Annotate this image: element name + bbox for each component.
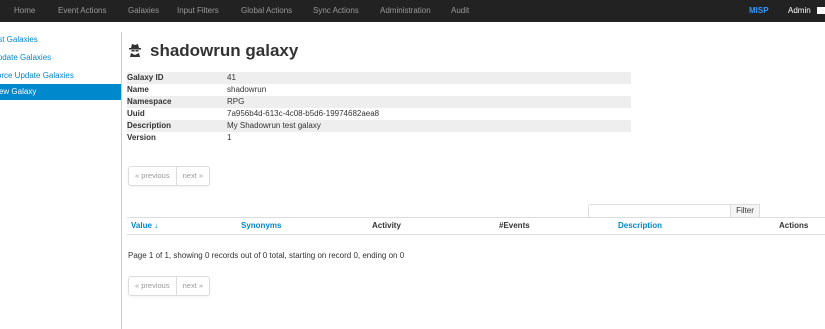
detail-key: Version	[127, 133, 156, 142]
sidebar: List Galaxies Update Galaxies Force Upda…	[0, 32, 122, 329]
column-header-events: #Events	[499, 221, 530, 230]
previous-page-button[interactable]: « previous	[129, 277, 176, 295]
detail-key: Uuid	[127, 109, 145, 118]
filter-input[interactable]	[588, 204, 731, 218]
nav-home[interactable]: Home	[14, 0, 35, 22]
column-header-actions: Actions	[779, 221, 809, 230]
detail-value: RPG	[227, 97, 245, 106]
user-secret-icon	[129, 44, 141, 57]
nav-global-actions[interactable]: Global Actions	[241, 0, 292, 22]
detail-value: shadowrun	[227, 85, 267, 94]
galaxy-details: Galaxy ID 41 Name shadowrun Namespace RP…	[127, 72, 631, 144]
next-page-button[interactable]: next »	[175, 277, 209, 295]
column-header-value[interactable]: Value ↓	[131, 218, 158, 234]
page-title: shadowrun galaxy	[150, 41, 299, 60]
detail-value: 1	[227, 133, 232, 142]
nav-input-filters[interactable]: Input Filters	[177, 0, 219, 22]
brand-misp[interactable]: MISP	[749, 0, 769, 22]
detail-value: 41	[227, 73, 236, 82]
nav-galaxies[interactable]: Galaxies	[128, 0, 159, 22]
detail-row-description: Description My Shadowrun test galaxy	[127, 120, 631, 132]
pagination-top: « previous next »	[128, 166, 211, 186]
sidebar-item-force-update-galaxies[interactable]: Force Update Galaxies	[0, 68, 121, 84]
next-page-button[interactable]: next »	[175, 167, 209, 185]
column-header-description[interactable]: Description	[618, 218, 662, 234]
nav-event-actions[interactable]: Event Actions	[58, 0, 106, 22]
pagination-bottom: « previous next »	[128, 276, 211, 296]
detail-row-galaxy-id: Galaxy ID 41	[127, 72, 631, 84]
column-header-activity: Activity	[372, 221, 401, 230]
envelope-icon[interactable]	[817, 7, 825, 14]
detail-row-namespace: Namespace RPG	[127, 96, 631, 108]
detail-row-name: Name shadowrun	[127, 84, 631, 96]
records-info: Page 1 of 1, showing 0 records out of 0 …	[128, 251, 405, 260]
detail-key: Namespace	[127, 97, 172, 106]
detail-row-uuid: Uuid 7a956b4d-613c-4c08-b5d6-19974682aea…	[127, 108, 631, 120]
sidebar-item-view-galaxy[interactable]: View Galaxy	[0, 84, 121, 100]
sidebar-item-update-galaxies[interactable]: Update Galaxies	[0, 50, 121, 66]
detail-row-version: Version 1	[127, 132, 631, 144]
clusters-table-header: Value ↓ Synonyms Activity #Events Descri…	[127, 217, 825, 235]
detail-value: My Shadowrun test galaxy	[227, 121, 321, 130]
detail-key: Description	[127, 121, 172, 130]
detail-value: 7a956b4d-613c-4c08-b5d6-19974682aea8	[227, 109, 380, 118]
nav-audit[interactable]: Audit	[451, 0, 469, 22]
detail-key: Galaxy ID	[127, 73, 164, 82]
column-header-synonyms[interactable]: Synonyms	[241, 218, 281, 234]
nav-administration[interactable]: Administration	[380, 0, 431, 22]
nav-sync-actions[interactable]: Sync Actions	[313, 0, 359, 22]
previous-page-button[interactable]: « previous	[129, 167, 176, 185]
sidebar-item-list-galaxies[interactable]: List Galaxies	[0, 32, 121, 48]
user-menu[interactable]: Admin	[788, 0, 811, 22]
detail-key: Name	[127, 85, 149, 94]
top-navbar: Home Event Actions Galaxies Input Filter…	[0, 0, 825, 22]
filter-button[interactable]: Filter	[730, 204, 760, 218]
